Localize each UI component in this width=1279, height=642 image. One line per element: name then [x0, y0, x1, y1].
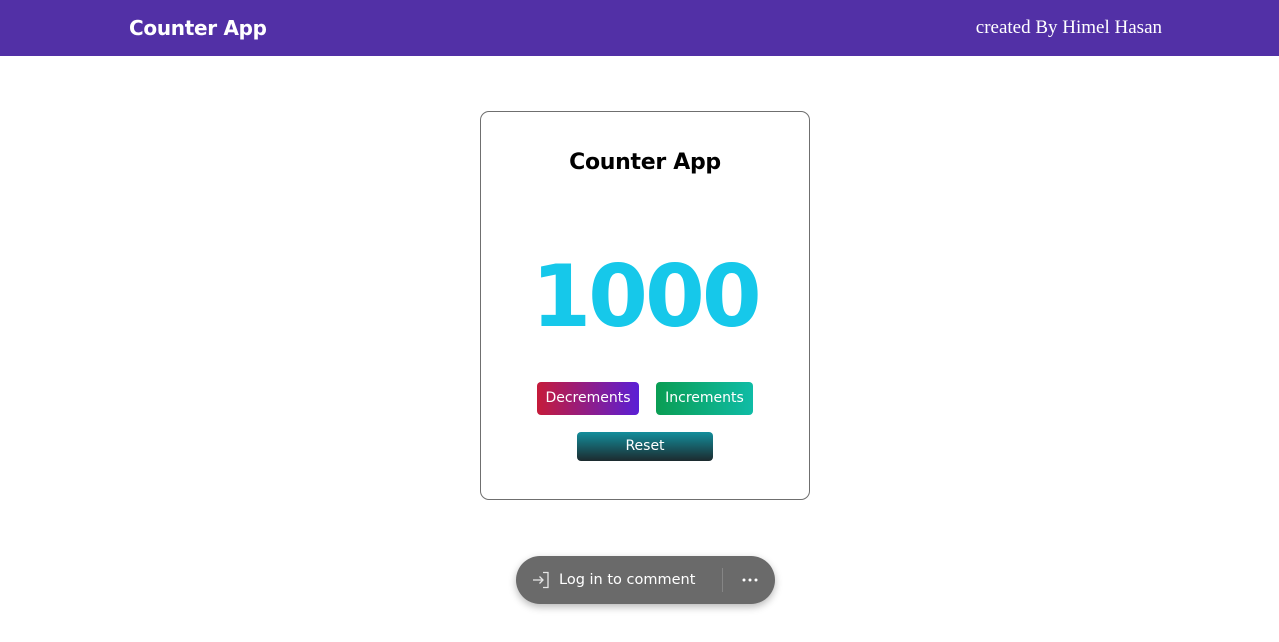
card-title: Counter App: [569, 150, 721, 175]
app-brand[interactable]: Counter App: [129, 15, 267, 41]
more-icon[interactable]: [738, 570, 762, 590]
increment-button[interactable]: Increments: [656, 382, 753, 415]
comment-bar: Log in to comment: [516, 556, 775, 604]
counter-value: 1000: [531, 247, 761, 347]
reset-button[interactable]: Reset: [577, 432, 713, 461]
decrement-button[interactable]: Decrements: [537, 382, 639, 415]
divider: [722, 568, 723, 592]
login-icon[interactable]: [531, 570, 551, 590]
author-credit: created By Himel Hasan: [975, 17, 1162, 38]
counter-card: Counter App 1000 Decrements Increments R…: [480, 111, 810, 500]
navbar: Counter App created By Himel Hasan: [0, 0, 1279, 56]
login-to-comment-link[interactable]: Log in to comment: [559, 570, 695, 590]
